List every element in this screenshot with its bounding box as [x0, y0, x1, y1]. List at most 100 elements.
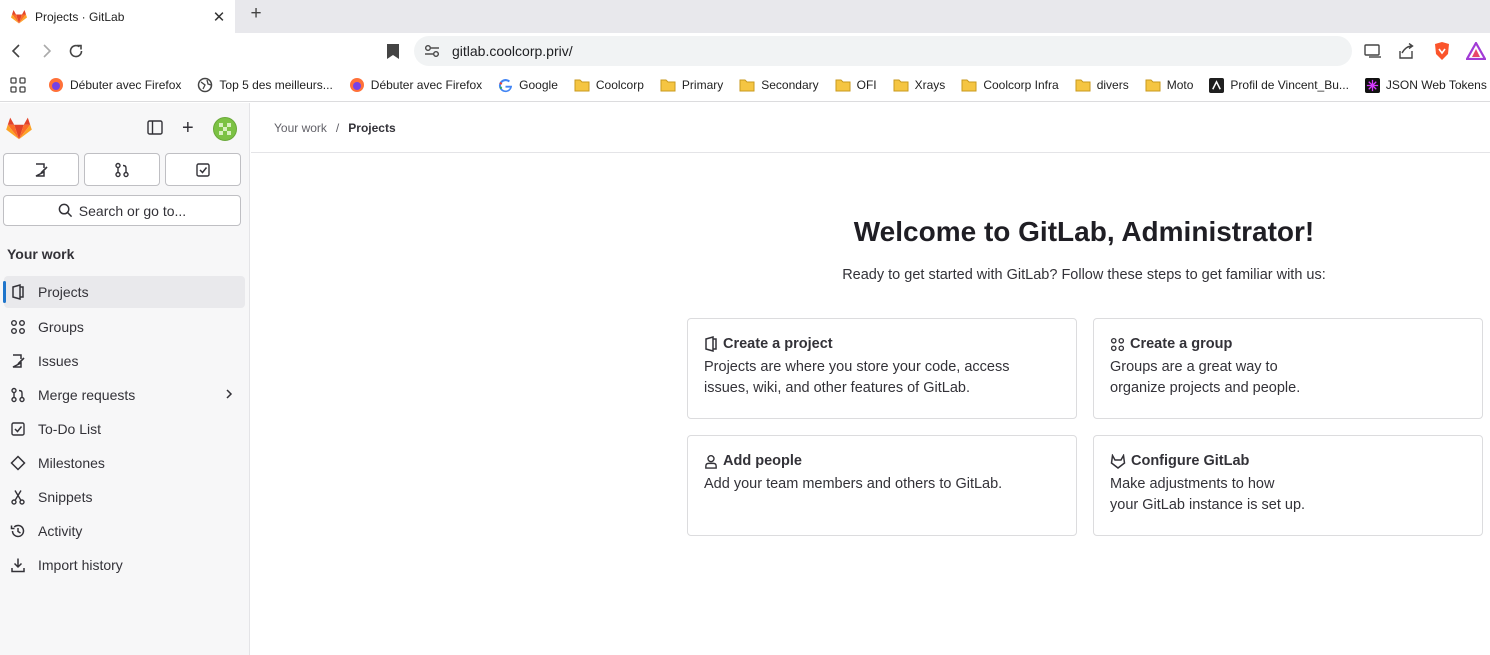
sidebar-item-merge-requests[interactable]: Merge requests	[0, 378, 250, 412]
activity-icon	[10, 523, 26, 539]
card-description-line: Make adjustments to how	[1110, 476, 1275, 492]
chevron-right-icon[interactable]	[225, 388, 233, 400]
bookmark-item[interactable]: Débuter avec Firefox	[48, 77, 181, 93]
merge-request-icon	[114, 162, 130, 178]
bookmark-label: Xrays	[914, 78, 946, 92]
bookmark-label: Débuter avec Firefox	[70, 78, 182, 92]
bookmark-folder[interactable]: Secondary	[739, 78, 819, 92]
page-subtitle: Ready to get started with GitLab? Follow…	[842, 267, 1326, 283]
bookmark-item[interactable]: Google	[498, 78, 558, 93]
sidebar-item-label: Projects	[38, 284, 89, 300]
site-settings-icon[interactable]	[424, 44, 440, 58]
folder-icon	[961, 79, 977, 92]
tab-title: Projects · GitLab	[35, 9, 125, 24]
snippet-icon	[10, 489, 26, 505]
folder-icon	[574, 79, 590, 92]
search-button[interactable]: Search or go to...	[3, 195, 241, 226]
bookmark-folder[interactable]: Xrays	[893, 78, 946, 92]
sidebar-item-groups[interactable]: Groups	[0, 310, 250, 344]
sidebar-item-label: Issues	[38, 353, 79, 369]
header-divider	[251, 152, 1490, 153]
sidebar-item-label: Snippets	[38, 489, 93, 505]
back-icon[interactable]	[3, 37, 31, 65]
create-new-icon[interactable]: +	[182, 118, 194, 138]
issues-icon	[33, 162, 49, 178]
firefox-icon	[48, 77, 64, 93]
bookmark-folder[interactable]: Moto	[1145, 78, 1193, 92]
sidebar-item-label: Milestones	[38, 455, 105, 471]
bookmark-label: Profil de Vincent_Bu...	[1230, 78, 1349, 92]
reload-icon[interactable]	[62, 37, 90, 65]
sidebar-item-milestones[interactable]: Milestones	[0, 446, 250, 480]
bookmark-icon[interactable]	[382, 40, 404, 62]
address-bar[interactable]: gitlab.coolcorp.priv/	[414, 36, 1352, 66]
configure-gitlab-card[interactable]: Configure GitLab Make adjustments to how…	[1093, 435, 1483, 536]
breadcrumb-current[interactable]: Projects	[348, 121, 395, 135]
browser-toolbar: gitlab.coolcorp.priv/	[0, 33, 1490, 69]
bookmark-item[interactable]: JSON Web Tokens	[1364, 77, 1487, 93]
assigned-issues-button[interactable]	[3, 153, 79, 186]
bookmark-label: Primary	[681, 78, 724, 92]
todo-icon	[195, 162, 211, 178]
create-project-card[interactable]: Create a project Projects are where you …	[687, 318, 1077, 419]
gitlab-sidebar: + Search or go to... Your work Projects …	[0, 103, 250, 655]
sidebar-item-snippets[interactable]: Snippets	[0, 480, 250, 514]
bookmark-folder[interactable]: divers	[1075, 78, 1129, 92]
card-title: Create a group	[1130, 336, 1233, 352]
apps-grid-icon[interactable]	[10, 77, 26, 93]
sidebar-toggle-icon[interactable]	[147, 120, 163, 135]
google-icon	[498, 78, 513, 93]
create-group-card[interactable]: Create a group Groups are a great way to…	[1093, 318, 1483, 419]
gitlab-logo-icon[interactable]	[6, 116, 32, 140]
bookmark-folder[interactable]: Coolcorp Infra	[961, 78, 1059, 92]
close-tab-icon[interactable]: ✕	[207, 5, 231, 29]
brave-rewards-icon[interactable]	[1465, 40, 1487, 62]
issues-icon	[10, 353, 26, 369]
breadcrumb-parent[interactable]: Your work	[274, 121, 327, 135]
bookmark-label: Secondary	[761, 78, 819, 92]
sidebar-item-todo-list[interactable]: To-Do List	[0, 412, 250, 446]
bookmark-item[interactable]: Débuter avec Firefox	[349, 77, 482, 93]
folder-icon	[739, 79, 755, 92]
bookmark-folder[interactable]: Primary	[660, 78, 723, 92]
bookmark-label: Coolcorp	[595, 78, 644, 92]
bookmark-label: OFI	[856, 78, 877, 92]
globe-icon	[197, 77, 213, 93]
sidebar-section-heading: Your work	[7, 246, 75, 262]
group-icon	[10, 319, 26, 335]
project-icon	[10, 284, 26, 300]
sidebar-item-activity[interactable]: Activity	[0, 514, 250, 548]
browser-tab[interactable]: Projects · GitLab ✕	[0, 0, 235, 33]
merge-requests-button[interactable]	[84, 153, 160, 186]
bookmark-label: Débuter avec Firefox	[370, 78, 483, 92]
card-description-line: your GitLab instance is set up.	[1110, 497, 1306, 513]
bookmark-folder[interactable]: OFI	[835, 78, 877, 92]
breadcrumb-separator: /	[335, 121, 340, 135]
profile-icon	[1209, 77, 1225, 93]
bookmark-label: divers	[1096, 78, 1129, 92]
card-description: Make adjustments to how your GitLab inst…	[1110, 474, 1466, 516]
project-icon	[704, 336, 718, 352]
sidebar-item-projects[interactable]: Projects	[3, 276, 245, 308]
bookmark-item[interactable]: Profil de Vincent_Bu...	[1209, 77, 1349, 93]
card-description-line: issues, wiki, and other features of GitL…	[704, 380, 970, 396]
folder-icon	[893, 79, 909, 92]
folder-icon	[1075, 79, 1091, 92]
share-icon[interactable]	[1395, 40, 1417, 62]
bookmark-folder[interactable]: Coolcorp	[574, 78, 644, 92]
folder-icon	[1145, 79, 1161, 92]
forward-icon[interactable]	[32, 37, 60, 65]
card-description-line: Projects are where you store your code, …	[704, 359, 1010, 375]
page-title: Welcome to GitLab, Administrator!	[853, 216, 1315, 247]
add-people-card[interactable]: Add people Add your team members and oth…	[687, 435, 1077, 536]
bookmark-item[interactable]: Top 5 des meilleurs...	[197, 77, 333, 93]
brave-shield-icon[interactable]	[1431, 40, 1453, 62]
todo-button[interactable]	[165, 153, 241, 186]
cast-icon[interactable]	[1362, 40, 1384, 62]
sidebar-item-label: Activity	[38, 523, 83, 539]
sidebar-item-import-history[interactable]: Import history	[0, 548, 250, 582]
card-title: Configure GitLab	[1131, 453, 1250, 469]
sidebar-item-issues[interactable]: Issues	[0, 344, 250, 378]
user-avatar[interactable]	[213, 117, 237, 141]
new-tab-button[interactable]: +	[244, 2, 268, 26]
